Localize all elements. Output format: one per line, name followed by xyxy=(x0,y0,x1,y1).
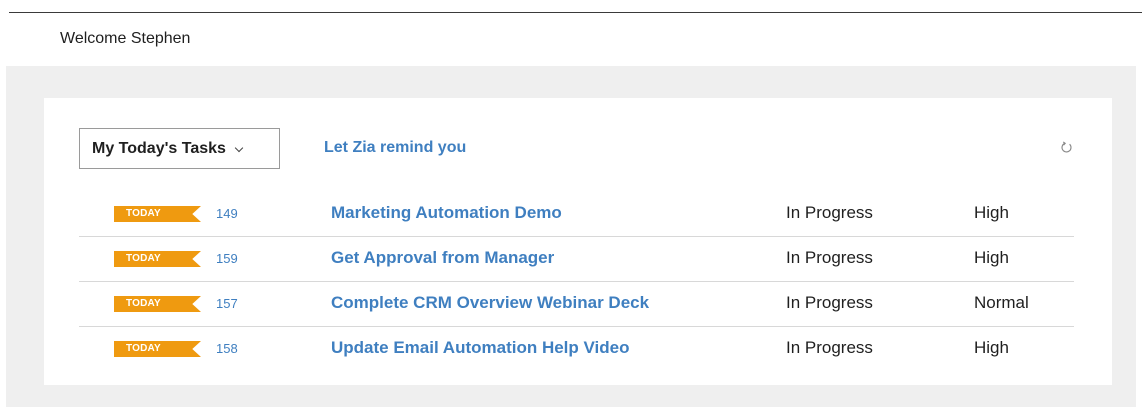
task-priority: High xyxy=(974,338,1009,357)
today-badge: TODAY xyxy=(114,206,201,222)
task-view-label: My Today's Tasks xyxy=(92,139,226,157)
task-title-link[interactable]: Marketing Automation Demo xyxy=(331,203,562,223)
task-list: TODAY 149 Marketing Automation Demo In P… xyxy=(79,192,1074,372)
task-row[interactable]: TODAY 158 Update Email Automation Help V… xyxy=(79,327,1074,372)
task-priority: High xyxy=(974,203,1009,222)
task-row[interactable]: TODAY 149 Marketing Automation Demo In P… xyxy=(79,192,1074,237)
task-status: In Progress xyxy=(786,203,873,222)
task-priority: Normal xyxy=(974,293,1029,312)
today-badge: TODAY xyxy=(114,296,201,312)
task-status: In Progress xyxy=(786,338,873,357)
task-id: 157 xyxy=(216,296,238,311)
task-id: 158 xyxy=(216,341,238,356)
task-status: In Progress xyxy=(786,248,873,267)
task-title-link[interactable]: Get Approval from Manager xyxy=(331,248,554,268)
tasks-widget: My Today's Tasks Let Zia remind you TODA… xyxy=(44,98,1112,385)
welcome-text: Welcome Stephen xyxy=(60,30,191,47)
task-row[interactable]: TODAY 157 Complete CRM Overview Webinar … xyxy=(79,282,1074,327)
today-badge: TODAY xyxy=(114,251,201,267)
task-title-link[interactable]: Complete CRM Overview Webinar Deck xyxy=(331,293,649,313)
zia-remind-link[interactable]: Let Zia remind you xyxy=(324,139,466,157)
task-id: 149 xyxy=(216,206,238,221)
task-id: 159 xyxy=(216,251,238,266)
top-divider xyxy=(9,12,1142,13)
task-priority: High xyxy=(974,248,1009,267)
task-title-link[interactable]: Update Email Automation Help Video xyxy=(331,338,629,358)
task-row[interactable]: TODAY 159 Get Approval from Manager In P… xyxy=(79,237,1074,282)
today-badge: TODAY xyxy=(114,341,201,357)
chevron-down-icon xyxy=(234,143,244,152)
task-status: In Progress xyxy=(786,293,873,312)
refresh-icon[interactable] xyxy=(1060,141,1073,154)
task-view-dropdown[interactable]: My Today's Tasks xyxy=(79,128,280,169)
